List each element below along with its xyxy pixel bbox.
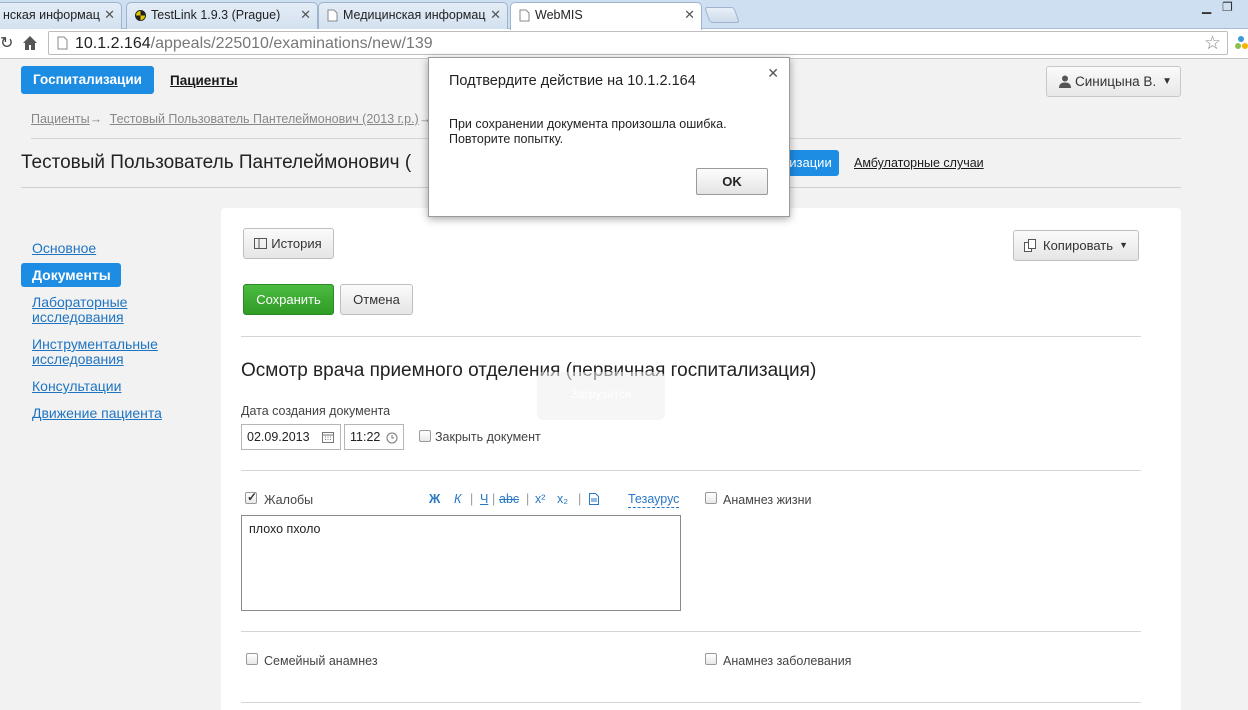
- extension-icon[interactable]: [1234, 34, 1248, 52]
- life-anamnesis-label: Анамнез жизни: [723, 493, 812, 507]
- new-tab-button[interactable]: [704, 7, 740, 23]
- close-icon[interactable]: ✕: [490, 3, 501, 27]
- disease-anamnesis-checkbox[interactable]: [705, 653, 717, 665]
- divider: [241, 631, 1141, 632]
- dialog-title: Подтвердите действие на 10.1.2.164: [449, 73, 696, 89]
- thesaurus-link[interactable]: Тезаурус: [628, 492, 680, 508]
- url-input[interactable]: 10.1.2.164/appeals/225010/examinations/n…: [48, 31, 1228, 55]
- date-value: 02.09.2013: [247, 430, 310, 444]
- superscript-button[interactable]: x²: [535, 492, 545, 506]
- underline-button[interactable]: Ч: [480, 492, 488, 506]
- patients-link[interactable]: Пациенты: [170, 73, 238, 88]
- family-anamnesis-checkbox[interactable]: [246, 653, 258, 665]
- caret-down-icon: ▼: [1162, 76, 1172, 87]
- breadcrumb-arrow: →: [89, 112, 103, 126]
- close-icon[interactable]: ✕: [300, 3, 311, 27]
- testlink-favicon-icon: [135, 10, 146, 21]
- reload-icon[interactable]: ↻: [0, 33, 13, 53]
- tab-title: WebMIS: [535, 8, 583, 22]
- confirm-dialog: Подтвердите действие на 10.1.2.164 ✕ При…: [428, 57, 790, 217]
- browser-tab-active[interactable]: WebMIS ✕: [510, 2, 702, 30]
- time-input[interactable]: 11:22: [344, 424, 404, 450]
- complaints-label: Жалобы: [264, 493, 314, 507]
- separator: |: [492, 492, 496, 506]
- loading-indicator: Загрузится: [537, 372, 665, 420]
- tab-title: нская информац: [3, 8, 100, 22]
- home-icon[interactable]: [22, 35, 38, 51]
- browser-tab[interactable]: TestLink 1.9.3 (Prague) ✕: [126, 2, 318, 29]
- sidebar-item-lab[interactable]: Лабораторные исследования: [32, 295, 152, 325]
- dialog-message: При сохранении документа произошла ошибк…: [449, 117, 769, 147]
- calendar-icon[interactable]: [322, 431, 334, 443]
- close-document-checkbox[interactable]: [419, 430, 431, 442]
- sidebar-item-main[interactable]: Основное: [32, 241, 96, 256]
- complaints-checkbox[interactable]: [245, 490, 257, 504]
- page-favicon-icon: [327, 9, 338, 22]
- url-host: 10.1.2.164: [75, 35, 151, 52]
- sidebar-item-documents[interactable]: Документы: [21, 263, 121, 287]
- bookmark-star-icon[interactable]: ☆: [1204, 32, 1221, 55]
- divider: [241, 702, 1141, 703]
- loading-label: Загрузится: [570, 387, 632, 401]
- minimize-icon[interactable]: ▁: [1202, 0, 1211, 14]
- browser-tab[interactable]: Медицинская информац ✕: [318, 2, 508, 29]
- columns-icon: [254, 238, 267, 249]
- page-icon: [57, 36, 68, 50]
- patient-name: Тестовый Пользователь Пантелеймонович (: [21, 152, 412, 173]
- browser-tab[interactable]: нская информац ✕: [0, 2, 122, 29]
- copy-label: Копировать: [1043, 238, 1113, 253]
- sidebar-item-patient-movement[interactable]: Движение пациента: [32, 406, 162, 421]
- breadcrumb-patient[interactable]: Тестовый Пользователь Пантелеймонович (2…: [110, 112, 419, 126]
- copy-button[interactable]: Копировать ▼: [1013, 230, 1139, 261]
- close-icon[interactable]: ✕: [104, 3, 115, 27]
- copy-icon: [1024, 239, 1036, 252]
- date-input[interactable]: 02.09.2013: [241, 424, 341, 450]
- page-favicon-icon: [519, 9, 530, 22]
- history-label: История: [271, 236, 322, 251]
- separator: |: [470, 492, 474, 506]
- tab-title: TestLink 1.9.3 (Prague): [151, 8, 281, 22]
- address-bar: ↻ 10.1.2.164/appeals/225010/examinations…: [0, 29, 1248, 59]
- save-button[interactable]: Сохранить: [243, 284, 334, 315]
- close-document-label: Закрыть документ: [435, 430, 541, 444]
- breadcrumb: Пациенты→ Тестовый Пользователь Пантелей…: [31, 112, 431, 126]
- user-menu-button[interactable]: Синицына В. ▼: [1046, 66, 1181, 97]
- divider: [241, 470, 1141, 471]
- close-icon[interactable]: ✕: [767, 65, 779, 82]
- user-name: Синицына В.: [1075, 74, 1157, 89]
- cancel-button[interactable]: Отмена: [340, 284, 413, 315]
- bold-button[interactable]: Ж: [429, 492, 440, 506]
- complaints-textarea[interactable]: плохо пхоло: [241, 515, 681, 611]
- history-button[interactable]: История: [243, 228, 334, 259]
- time-value: 11:22: [350, 430, 381, 444]
- close-icon[interactable]: ✕: [684, 3, 695, 27]
- life-anamnesis-checkbox[interactable]: [705, 492, 717, 504]
- clock-icon[interactable]: [386, 432, 398, 444]
- strikethrough-button[interactable]: abc: [499, 492, 519, 506]
- hospitalizations-button[interactable]: Госпитализации: [21, 66, 154, 94]
- url-path: /appeals/225010/examinations/new/139: [150, 35, 433, 52]
- divider: [241, 336, 1141, 337]
- user-icon: [1059, 75, 1071, 88]
- disease-anamnesis-label: Анамнез заболевания: [723, 654, 852, 668]
- restore-icon[interactable]: ❐: [1222, 0, 1233, 14]
- ok-button[interactable]: OK: [696, 168, 768, 195]
- dialog-message-line: При сохранении документа произошла ошибк…: [449, 117, 727, 131]
- tab-title: Медицинская информац: [343, 8, 486, 22]
- sidebar-item-instrumental[interactable]: Инструментальные исследования: [32, 337, 172, 367]
- separator: |: [526, 492, 530, 506]
- subscript-button[interactable]: x₂: [557, 492, 568, 506]
- caret-down-icon: ▼: [1119, 240, 1128, 250]
- tab-ambulatory[interactable]: Амбулаторные случаи: [854, 156, 984, 170]
- browser-tab-strip: нская информац ✕ TestLink 1.9.3 (Prague)…: [0, 0, 1248, 30]
- breadcrumb-patients[interactable]: Пациенты: [31, 112, 90, 126]
- dialog-message-line: Повторите попытку.: [449, 132, 564, 146]
- date-label: Дата создания документа: [241, 404, 391, 418]
- sidebar-item-consultations[interactable]: Консультации: [32, 379, 121, 394]
- italic-button[interactable]: К: [454, 492, 461, 506]
- document-title: Осмотр врача приемного отделения (первич…: [241, 360, 817, 381]
- family-anamnesis-label: Семейный анамнез: [264, 654, 378, 668]
- document-icon[interactable]: [589, 493, 599, 505]
- separator: |: [578, 492, 582, 506]
